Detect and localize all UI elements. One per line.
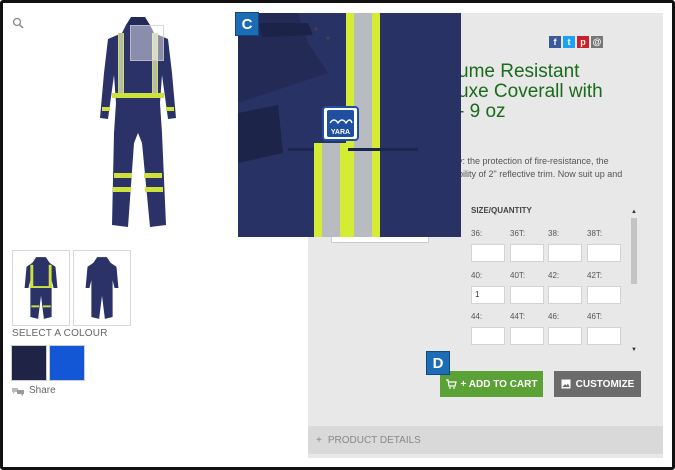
product-details-label: PRODUCT DETAILS [327,434,421,446]
screenshot-frame: SELECT A COLOUR Share f t p @ ume Resist… [0,0,675,470]
size-40t-quantity-input[interactable] [510,286,544,304]
size-label: 40: [471,271,483,280]
size-46t-quantity-input[interactable] [587,327,621,345]
size-40-quantity-input[interactable]: 1 [471,286,505,304]
size-36t-quantity-input[interactable] [510,244,544,262]
size-label: 44: [471,312,483,321]
product-description-line-1: y: the protection of fire-resistance, th… [458,156,609,166]
scrollbar-thumb[interactable] [631,218,637,284]
zoom-preview-panel: YARA [238,13,461,237]
size-42-quantity-input[interactable] [548,286,582,304]
pinterest-icon[interactable]: p [577,36,589,48]
scroll-down-arrow-icon[interactable]: ▼ [631,347,637,353]
product-title-line-3: - 9 oz [458,101,506,122]
share-label: Share [29,385,56,396]
thumbnail-back[interactable] [73,250,131,326]
add-to-cart-button[interactable]: + ADD TO CART [440,371,543,397]
add-to-cart-label: + ADD TO CART [460,378,538,390]
share-icon [12,387,24,396]
expand-plus-icon: + [316,434,322,446]
facebook-icon[interactable]: f [549,36,561,48]
size-label: 42T: [587,271,603,280]
customize-button[interactable]: CUSTOMIZE [554,371,641,397]
size-36-quantity-input[interactable] [471,244,505,262]
size-42t-quantity-input[interactable] [587,286,621,304]
size-label: 38: [548,229,560,238]
size-label: 36: [471,229,483,238]
zoom-lens[interactable] [130,25,164,61]
image-icon [561,379,571,389]
size-quantity-header: SIZE/QUANTITY [471,206,532,215]
size-label: 46T: [587,312,603,321]
product-title-line-1: ume Resistant [458,61,580,82]
customize-label: CUSTOMIZE [575,378,635,390]
size-label: 36T: [510,229,526,238]
size-label: 40T: [510,271,526,280]
size-label: 44T: [510,312,526,321]
colour-swatch-navy[interactable] [11,345,47,381]
annotation-marker-c: C [235,12,259,36]
size-46-quantity-input[interactable] [548,327,582,345]
cart-icon [445,379,457,389]
size-label: 46: [548,312,560,321]
social-share-bar: f t p @ [549,36,603,48]
email-icon[interactable]: @ [591,36,603,48]
select-colour-label: SELECT A COLOUR [12,328,108,339]
product-details-accordion[interactable]: + PRODUCT DETAILS [308,426,663,454]
product-description-line-2: bility of 2" reflective trim. Now suit u… [458,169,623,179]
product-title-line-2: uxe Coverall with [458,81,603,102]
size-44-quantity-input[interactable] [471,327,505,345]
size-label: 42: [548,271,560,280]
zoomed-product-image: YARA [238,13,461,237]
size-38-quantity-input[interactable] [548,244,582,262]
size-38t-quantity-input[interactable] [587,244,621,262]
colour-swatch-royal-blue[interactable] [49,345,85,381]
search-icon[interactable] [12,17,24,29]
twitter-icon[interactable]: t [563,36,575,48]
thumbnail-front[interactable] [12,250,70,326]
annotation-marker-d: D [426,351,450,375]
size-grid-scrollbar[interactable]: ▲ ▼ [629,208,639,356]
size-label: 38T: [587,229,603,238]
scroll-up-arrow-icon[interactable]: ▲ [631,209,637,215]
yara-logo-text: YARA [331,129,350,136]
size-44t-quantity-input[interactable] [510,327,544,345]
share-link[interactable]: Share [11,385,56,396]
